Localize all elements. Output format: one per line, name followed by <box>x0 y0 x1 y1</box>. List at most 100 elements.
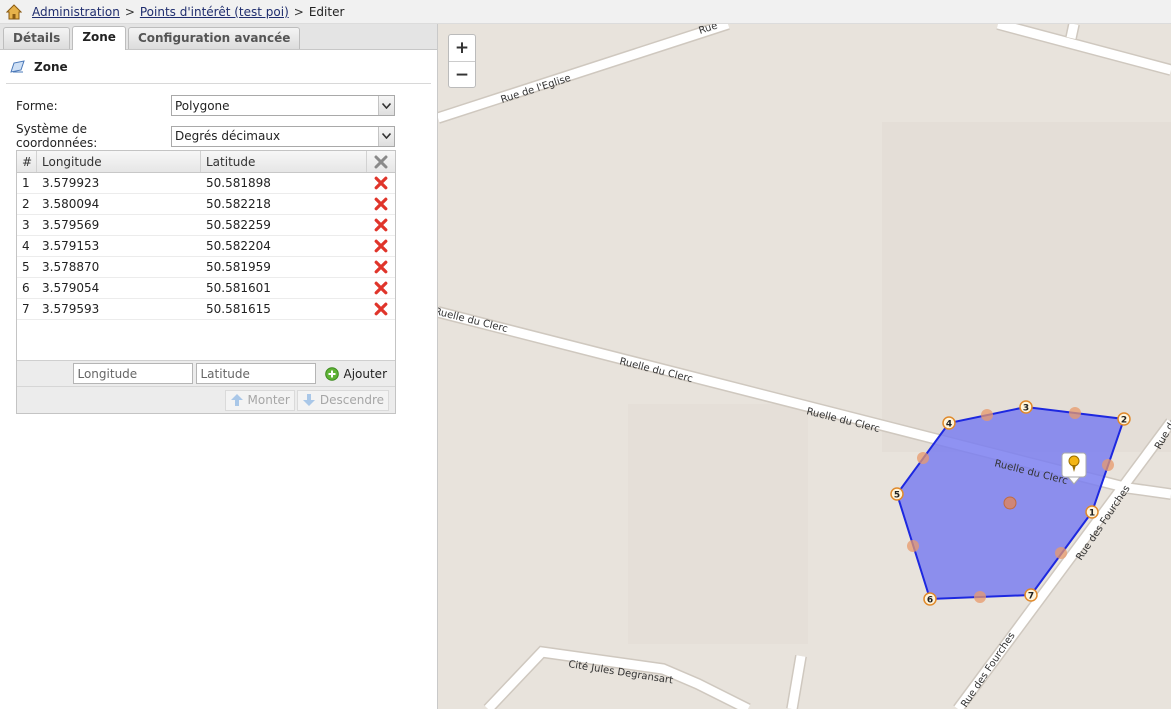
vertex-marker[interactable]: 7 <box>1024 588 1038 602</box>
shape-label: Forme: <box>16 98 58 113</box>
centroid-handle[interactable] <box>1003 496 1017 510</box>
grid-body: 1 3.579923 50.581898 2 3.580094 50.582218 3 3.5… <box>17 173 395 320</box>
cell-num: 7 <box>22 302 30 316</box>
home-icon[interactable] <box>6 3 22 20</box>
zoom-in-button[interactable]: + <box>449 35 475 61</box>
table-row[interactable]: 6 3.579054 50.581601 <box>17 278 395 299</box>
grid-header: # Longitude Latitude <box>17 151 395 173</box>
tab-advanced-config[interactable]: Configuration avancée <box>127 27 301 49</box>
latitude-input[interactable] <box>196 363 317 384</box>
shape-select[interactable]: Polygone <box>171 95 395 116</box>
vertex-marker[interactable]: 1 <box>1085 505 1099 519</box>
section-title: Zone <box>34 59 68 74</box>
cell-latitude[interactable]: 50.581615 <box>201 299 367 319</box>
delete-icon[interactable] <box>367 173 395 193</box>
move-down-button[interactable]: Descendre <box>296 389 389 411</box>
vertex-label: 6 <box>927 596 933 606</box>
shape-select-value: Polygone <box>175 98 230 113</box>
cell-longitude[interactable]: 3.579153 <box>37 236 201 256</box>
vertex-marker[interactable]: 2 <box>1117 412 1131 426</box>
cell-num: 6 <box>22 281 30 295</box>
tab-details[interactable]: Détails <box>3 27 71 49</box>
tab-zone[interactable]: Zone <box>72 26 126 50</box>
cell-latitude[interactable]: 50.581898 <box>201 173 367 193</box>
header-latitude[interactable]: Latitude <box>201 151 367 172</box>
vertex-label: 5 <box>894 491 900 501</box>
cell-latitude[interactable]: 50.582204 <box>201 236 367 256</box>
delete-icon[interactable] <box>367 299 395 319</box>
add-point-label: Ajouter <box>343 366 387 381</box>
order-toolbar: Monter Descendre <box>17 386 395 413</box>
breadcrumb-current: Editer <box>308 4 345 19</box>
cell-longitude[interactable]: 3.579569 <box>37 215 201 235</box>
cell-num: 1 <box>22 176 30 190</box>
add-point-button[interactable]: Ajouter <box>325 367 387 381</box>
table-row[interactable]: 7 3.579593 50.581615 <box>17 299 395 320</box>
header-num: # <box>17 151 37 172</box>
vertex-label: 2 <box>1121 416 1127 426</box>
table-row[interactable]: 3 3.579569 50.582259 <box>17 215 395 236</box>
arrow-down-icon <box>302 394 315 406</box>
cell-latitude[interactable]: 50.582259 <box>201 215 367 235</box>
coords-select-value: Degrés décimaux <box>175 129 281 143</box>
polygon-icon <box>10 59 25 73</box>
cell-latitude[interactable]: 50.581601 <box>201 278 367 298</box>
move-down-label: Descendre <box>319 393 384 407</box>
coords-label: Système de coordonnées: <box>16 122 98 150</box>
cell-longitude[interactable]: 3.580094 <box>37 194 201 214</box>
delete-icon[interactable] <box>367 236 395 256</box>
chevron-down-icon[interactable] <box>378 96 394 115</box>
arrow-up-icon <box>230 394 243 406</box>
breadcrumb-separator: > <box>293 4 304 19</box>
zoom-out-button[interactable]: − <box>449 61 475 87</box>
street-label: Rue des Fourches <box>959 631 1017 709</box>
longitude-input[interactable] <box>73 363 194 384</box>
cell-num: 4 <box>22 239 30 253</box>
table-row[interactable]: 5 3.578870 50.581959 <box>17 257 395 278</box>
cell-longitude[interactable]: 3.579923 <box>37 173 201 193</box>
move-up-label: Monter <box>247 393 290 407</box>
cell-longitude[interactable]: 3.578870 <box>37 257 201 277</box>
table-row[interactable]: 4 3.579153 50.582204 <box>17 236 395 257</box>
tab-bar: Détails Zone Configuration avancée <box>0 24 437 50</box>
vertex-label: 7 <box>1028 592 1034 602</box>
zoom-control: + − <box>448 34 476 88</box>
coordinates-grid: # Longitude Latitude 1 3.579923 50.581898 2… <box>16 150 396 414</box>
vertex-marker[interactable]: 3 <box>1019 400 1033 414</box>
vertex-marker[interactable]: 6 <box>923 592 937 606</box>
cell-latitude[interactable]: 50.582218 <box>201 194 367 214</box>
vertex-marker[interactable]: 5 <box>890 487 904 501</box>
cell-longitude[interactable]: 3.579593 <box>37 299 201 319</box>
breadcrumb-poi[interactable]: Points d'intérêt (test poi) <box>140 5 289 19</box>
delete-icon[interactable] <box>367 278 395 298</box>
cell-num: 5 <box>22 260 30 274</box>
shape-row: Forme: Polygone <box>16 95 395 116</box>
map-view[interactable]: 1234567 Rue de l'Eglise Rue Ruelle du Cl… <box>438 24 1171 709</box>
cell-longitude[interactable]: 3.579054 <box>37 278 201 298</box>
clear-all-icon[interactable] <box>367 151 395 172</box>
map-canvas[interactable]: 123456 7 Rue de l'Eglise Rue Ruelle du Cl… <box>438 24 1171 709</box>
vertex-label: 4 <box>946 420 952 430</box>
delete-icon[interactable] <box>367 257 395 277</box>
table-row[interactable]: 1 3.579923 50.581898 <box>17 173 395 194</box>
add-icon <box>325 366 340 381</box>
breadcrumb-separator: > <box>124 4 135 19</box>
street-label: Ruelle du Clerc <box>438 306 509 335</box>
vertex-label: 1 <box>1089 509 1095 519</box>
edit-panel: Détails Zone Configuration avancée Zone … <box>0 24 438 709</box>
breadcrumb-administration[interactable]: Administration <box>32 5 120 19</box>
section-header: Zone <box>6 50 431 84</box>
chevron-down-icon[interactable] <box>378 126 394 146</box>
move-up-button[interactable]: Monter <box>224 389 295 411</box>
cell-num: 3 <box>22 218 30 232</box>
delete-icon[interactable] <box>367 215 395 235</box>
coords-select[interactable]: Degrés décimaux <box>171 125 395 147</box>
coords-row: Système de coordonnées: Degrés décimaux <box>16 122 395 150</box>
vertex-marker[interactable]: 4 <box>942 416 956 430</box>
cell-latitude[interactable]: 50.581959 <box>201 257 367 277</box>
breadcrumb: Administration > Points d'intérêt (test … <box>0 0 1171 24</box>
delete-icon[interactable] <box>367 194 395 214</box>
table-row[interactable]: 2 3.580094 50.582218 <box>17 194 395 215</box>
header-longitude[interactable]: Longitude <box>37 151 201 172</box>
cell-num: 2 <box>22 197 30 211</box>
